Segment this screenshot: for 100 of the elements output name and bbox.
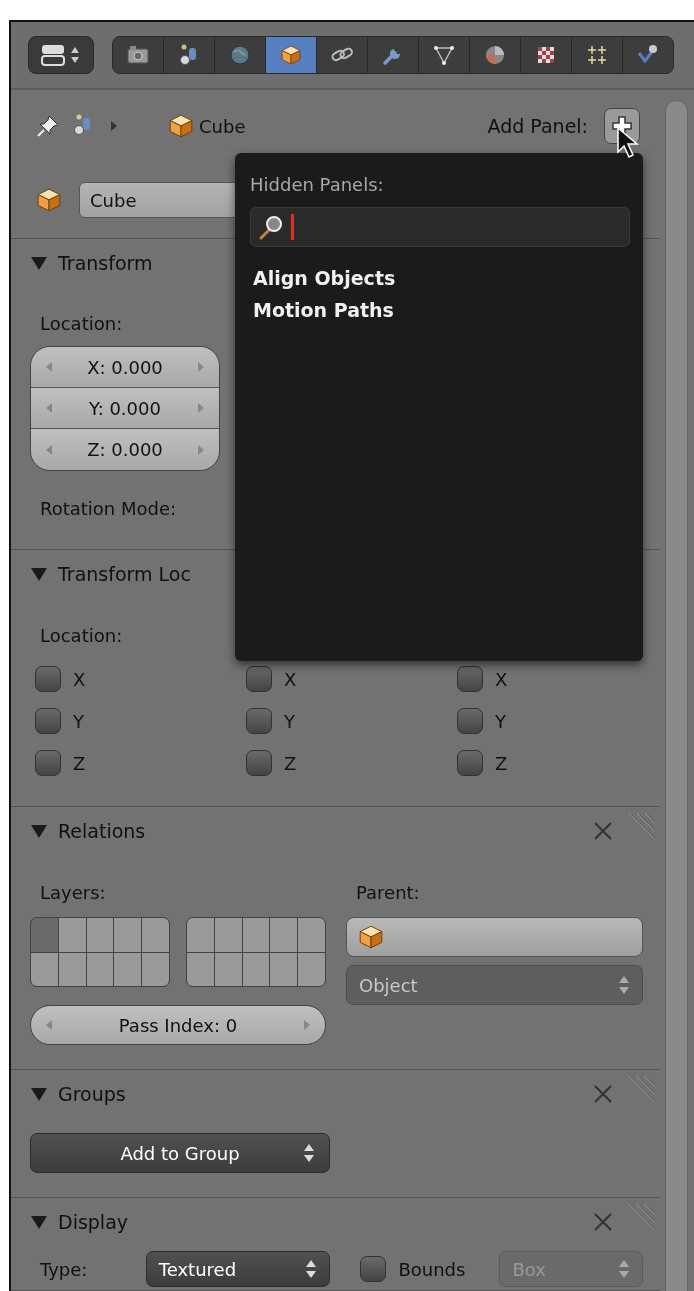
- checkbox[interactable]: [246, 708, 272, 734]
- scrollbar[interactable]: [665, 100, 688, 1291]
- cube-icon: [169, 114, 193, 138]
- add-panel-label: Add Panel:: [487, 115, 588, 137]
- rotation-mode-label: Rotation Mode:: [39, 497, 178, 521]
- checkbox[interactable]: [35, 666, 61, 692]
- close-icon[interactable]: [593, 821, 613, 841]
- cube-icon: [359, 925, 383, 949]
- layer-toggle[interactable]: [142, 952, 169, 986]
- right-arrow-icon: [197, 402, 205, 414]
- panel-title[interactable]: Display: [58, 1211, 129, 1233]
- checkbox-label: Bounds: [398, 1258, 466, 1280]
- panel-title[interactable]: Relations: [58, 820, 146, 842]
- cube-icon: [279, 43, 303, 67]
- pass-index-field[interactable]: Pass Index: 0: [30, 1005, 326, 1045]
- checkbox[interactable]: [457, 708, 483, 734]
- number-field[interactable]: Z: 0.000: [31, 429, 219, 470]
- expanded-triangle-icon[interactable]: [30, 823, 48, 839]
- layer-toggle[interactable]: [86, 952, 114, 986]
- layer-toggle[interactable]: [142, 918, 169, 952]
- add-to-group-button[interactable]: Add to Group: [30, 1133, 330, 1173]
- checkbox-label: Z: [284, 752, 297, 774]
- number-field[interactable]: Y: 0.000: [31, 388, 219, 429]
- checkbox-label: X: [495, 668, 508, 690]
- type-dropdown[interactable]: Textured: [145, 1251, 331, 1287]
- close-icon[interactable]: [593, 1212, 613, 1232]
- layer-toggle[interactable]: [298, 918, 325, 952]
- expanded-triangle-icon[interactable]: [30, 566, 48, 582]
- sparkle-icon: [585, 43, 609, 67]
- expanded-triangle-icon[interactable]: [30, 1214, 48, 1230]
- checkbox-label: Y: [73, 710, 84, 732]
- location-label: Location:: [39, 624, 124, 648]
- panel-title[interactable]: Transform Loc: [58, 563, 191, 585]
- checkbox-label: Y: [284, 710, 295, 732]
- layer-toggle[interactable]: [298, 952, 325, 986]
- layer-toggle[interactable]: [31, 918, 58, 952]
- cube-icon: [37, 188, 61, 212]
- checkbox[interactable]: [457, 666, 483, 692]
- layer-toggle[interactable]: [242, 952, 270, 986]
- expanded-triangle-icon[interactable]: [30, 1086, 48, 1102]
- properties-tab[interactable]: [113, 37, 164, 73]
- checkbox[interactable]: [246, 666, 272, 692]
- type-label: Type:: [39, 1258, 89, 1280]
- layer-toggle[interactable]: [86, 918, 114, 952]
- layer-toggle[interactable]: [114, 918, 142, 952]
- panel-title[interactable]: Groups: [58, 1083, 126, 1105]
- checkbox-label: X: [73, 668, 86, 690]
- close-icon[interactable]: [593, 1084, 613, 1104]
- parent-field[interactable]: [346, 917, 643, 957]
- left-arrow-icon: [45, 443, 53, 456]
- checkbox-label: X: [284, 668, 297, 690]
- triangle-icon: [432, 43, 456, 67]
- menu-item[interactable]: Motion Paths: [250, 299, 630, 321]
- checkbox[interactable]: [35, 750, 61, 776]
- location-label: Location:: [39, 312, 124, 336]
- checkbox[interactable]: [35, 708, 61, 734]
- checkbox-label: Z: [495, 752, 508, 774]
- globe-icon: [228, 43, 252, 67]
- properties-icon: [41, 44, 81, 66]
- layer-toggle[interactable]: [58, 918, 86, 952]
- checkbox-label: Z: [73, 752, 86, 774]
- up-down-arrows-icon: [618, 975, 630, 995]
- layer-toggle[interactable]: [58, 952, 86, 986]
- sphere-icon: [483, 43, 507, 67]
- layers-label: Layers:: [39, 881, 107, 905]
- object-name: Cube: [199, 115, 246, 137]
- menu-item[interactable]: Align Objects: [250, 267, 630, 289]
- expanded-triangle-icon[interactable]: [30, 255, 48, 271]
- left-arrow-icon: [45, 1019, 53, 1031]
- checkbox[interactable]: [246, 750, 272, 776]
- search-icon: [257, 213, 285, 241]
- layer-toggle[interactable]: [242, 918, 270, 952]
- search-field[interactable]: [250, 207, 630, 247]
- checkbox-label: Y: [495, 710, 506, 732]
- up-down-arrows-icon: [618, 1259, 630, 1279]
- pin-icon: [35, 113, 61, 139]
- text-cursor: [291, 214, 294, 240]
- right-arrow-icon: [197, 361, 205, 373]
- up-down-arrows-icon: [305, 1259, 318, 1279]
- layer-toggle[interactable]: [187, 952, 214, 986]
- right-arrow-icon: [303, 1019, 311, 1031]
- layer-toggle[interactable]: [114, 952, 142, 986]
- layer-toggle[interactable]: [187, 918, 214, 952]
- parent-type-dropdown[interactable]: Object: [346, 965, 643, 1005]
- layer-toggle[interactable]: [270, 952, 298, 986]
- up-down-arrows-icon: [303, 1143, 315, 1163]
- number-field[interactable]: X: 0.000: [31, 347, 219, 388]
- panel-title[interactable]: Transform: [58, 252, 153, 274]
- editor-type-button[interactable]: [28, 36, 94, 74]
- right-arrow-icon: [197, 443, 205, 456]
- layer-toggle[interactable]: [31, 952, 58, 986]
- parent-label: Parent:: [355, 881, 421, 905]
- left-arrow-icon: [45, 361, 53, 373]
- layer-toggle[interactable]: [214, 952, 242, 986]
- layer-toggle[interactable]: [270, 918, 298, 952]
- properties-tab[interactable]: [266, 37, 317, 73]
- checkbox[interactable]: [360, 1256, 387, 1282]
- layer-toggle[interactable]: [214, 918, 242, 952]
- left-arrow-icon: [45, 402, 53, 414]
- checkbox[interactable]: [457, 750, 483, 776]
